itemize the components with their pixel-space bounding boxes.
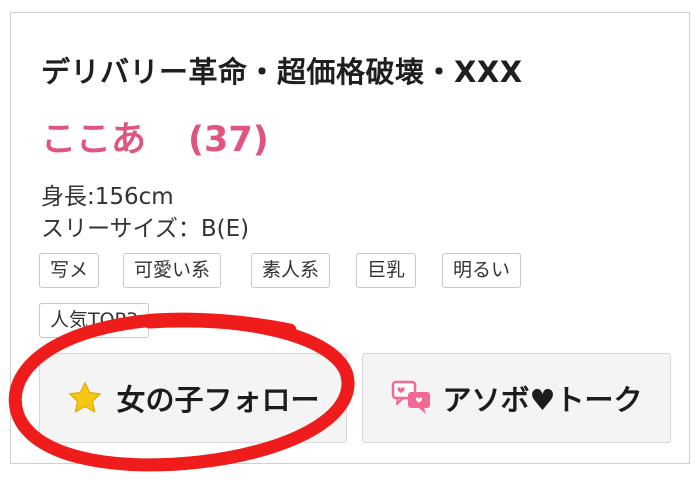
chat-bubbles-icon (391, 380, 430, 414)
height-stat: 身長:156cm (41, 184, 174, 210)
talk-button[interactable]: アソボ♥トーク (362, 353, 671, 443)
girl-age: (37) (188, 120, 269, 160)
follow-button-label: 女の子フォロー (116, 383, 320, 417)
tag: 巨乳 (356, 253, 417, 288)
shop-name[interactable]: デリバリー革命・超価格破壊・XXX (41, 49, 523, 91)
tag: 人気TOP3 (39, 303, 150, 338)
tag: 素人系 (251, 253, 331, 288)
talk-button-label: アソボ♥トーク (442, 383, 643, 417)
tag: 明るい (442, 253, 522, 288)
star-icon (69, 382, 102, 413)
girl-name[interactable]: ここあ (41, 120, 146, 160)
tag: 写メ (39, 253, 100, 288)
girl-profile-card: デリバリー革命・超価格破壊・XXX ここあ (37) 身長:156cm スリーサイ… (10, 12, 690, 464)
follow-girl-button[interactable]: 女の子フォロー (39, 353, 347, 443)
tag: 可愛い系 (123, 253, 222, 288)
girl-name-line: ここあ (37) (41, 111, 269, 162)
three-sizes-stat: スリーサイズ：B(E) (41, 216, 250, 242)
